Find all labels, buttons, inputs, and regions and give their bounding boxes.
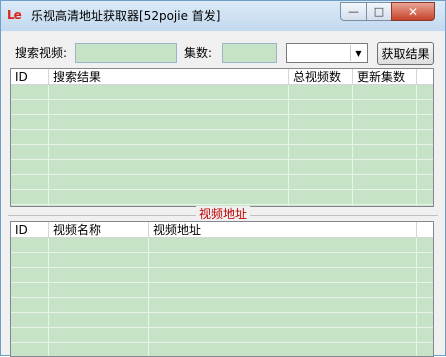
column-header-id[interactable]: ID — [11, 222, 49, 238]
close-icon: ✕ — [407, 4, 419, 19]
close-button[interactable]: ✕ — [391, 2, 435, 21]
column-header-video-address[interactable]: 视频地址 — [149, 222, 417, 238]
fetch-results-label: 获取结果 — [381, 47, 430, 61]
column-divider — [416, 85, 417, 206]
column-header-search-result[interactable]: 搜索结果 — [49, 69, 289, 85]
column-divider — [48, 85, 49, 206]
video-address-body[interactable] — [11, 238, 433, 356]
video-address-header: ID 视频名称 视频地址 — [11, 222, 433, 238]
maximize-button[interactable]: □ — [366, 2, 392, 21]
app-window: Le 乐视高清地址获取器[52pojie 首发] — □ ✕ 搜索视频: 集数:… — [0, 0, 446, 357]
column-header-updated-episodes[interactable]: 更新集数 — [353, 69, 417, 85]
column-divider — [288, 85, 289, 206]
column-header-video-name[interactable]: 视频名称 — [49, 222, 149, 238]
column-divider — [148, 238, 149, 356]
fetch-results-button[interactable]: 获取结果 — [377, 42, 434, 65]
column-divider — [48, 238, 49, 356]
address-group-title: 视频地址 — [196, 206, 251, 222]
search-video-input[interactable] — [75, 43, 177, 63]
column-header-total-videos[interactable]: 总视频数 — [289, 69, 353, 85]
letv-logo-icon: Le — [7, 8, 22, 22]
video-address-list[interactable]: ID 视频名称 视频地址 — [10, 221, 434, 357]
search-results-list[interactable]: ID 搜索结果 总视频数 更新集数 — [10, 68, 434, 207]
chevron-down-icon[interactable]: ▼ — [350, 45, 366, 61]
minimize-button[interactable]: — — [340, 2, 367, 21]
episodes-label: 集数: — [184, 46, 213, 60]
episodes-input[interactable] — [222, 43, 277, 63]
search-results-header: ID 搜索结果 总视频数 更新集数 — [11, 69, 433, 85]
minimize-icon: — — [348, 5, 359, 18]
episode-select[interactable]: ▼ — [286, 43, 368, 63]
window-title: 乐视高清地址获取器[52pojie 首发] — [31, 9, 221, 23]
column-divider — [352, 85, 353, 206]
maximize-icon: □ — [373, 5, 385, 18]
search-video-label: 搜索视频: — [15, 46, 68, 60]
column-divider — [416, 238, 417, 356]
title-bar[interactable]: Le 乐视高清地址获取器[52pojie 首发] — □ ✕ — [1, 1, 445, 31]
search-results-body[interactable] — [11, 85, 433, 206]
column-header-id[interactable]: ID — [11, 69, 49, 85]
